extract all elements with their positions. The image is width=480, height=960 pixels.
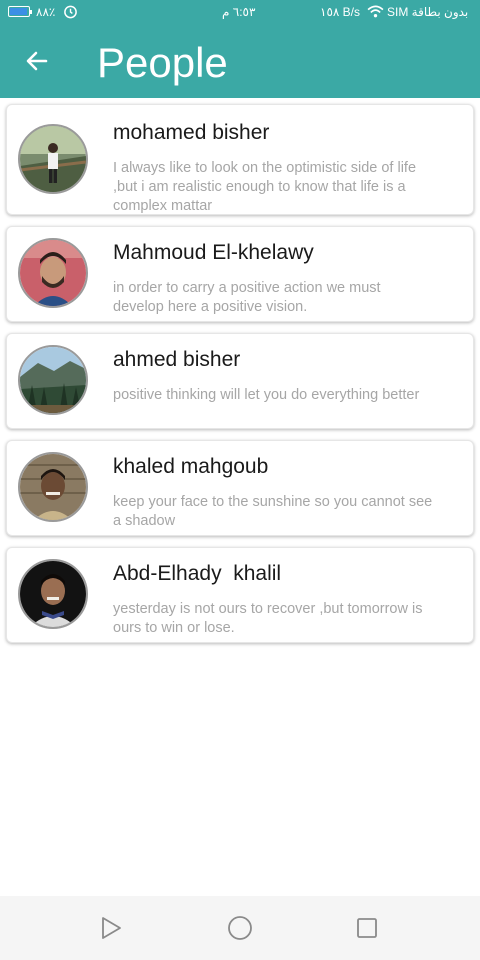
person-name: Mahmoud El-khelawy <box>113 241 314 264</box>
network-speed: ١٥٨ B/s <box>320 5 361 19</box>
back-triangle-icon[interactable] <box>97 914 125 942</box>
person-quote: keep your face to the sunshine so you ca… <box>113 494 433 529</box>
clock-time: ٦:٥٣ م <box>222 5 256 19</box>
person-card[interactable]: Mahmoud El-khelawy in order to carry a p… <box>6 226 474 322</box>
person-quote: yesterday is not ours to recover ,but to… <box>113 601 423 636</box>
avatar <box>18 238 88 308</box>
navigation-bar <box>0 896 480 960</box>
person-quote: I always like to look on the optimistic … <box>113 160 417 214</box>
home-circle-icon[interactable] <box>226 914 254 942</box>
avatar <box>18 559 88 629</box>
page-title: People <box>97 39 228 86</box>
alarm-icon <box>64 5 77 19</box>
person-name: Abd-Elhady khalil <box>113 562 282 585</box>
person-quote: in order to carry a positive action we m… <box>113 280 381 315</box>
person-name: khaled mahgoub <box>113 455 269 478</box>
person-card[interactable]: khaled mahgoub keep your face to the sun… <box>6 440 474 536</box>
avatar <box>18 345 88 415</box>
person-card[interactable]: mohamed bisher I always like to look on … <box>6 104 474 215</box>
avatar <box>18 452 88 522</box>
wifi-icon <box>367 5 384 18</box>
arrow-left-icon <box>26 51 48 71</box>
recents-square-icon[interactable] <box>353 914 381 942</box>
person-card[interactable]: ahmed bisher positive thinking will let … <box>6 333 474 429</box>
carrier-label: SIM بدون بطاقة <box>387 5 469 19</box>
status-bar: ٨٨٪ ٦:٥٣ م ١٥٨ B/s SIM بدون بطاقة <box>0 0 480 24</box>
person-name: ahmed bisher <box>113 348 241 371</box>
person-card[interactable]: Abd-Elhady khalil yesterday is not ours … <box>6 547 474 643</box>
battery-percent: ٨٨٪ <box>36 5 56 19</box>
back-button[interactable] <box>20 44 54 78</box>
avatar <box>18 124 88 194</box>
battery-icon <box>8 6 32 17</box>
app-bar: People <box>0 24 480 98</box>
person-name: mohamed bisher <box>113 121 270 144</box>
person-quote: positive thinking will let you do everyt… <box>113 387 420 403</box>
